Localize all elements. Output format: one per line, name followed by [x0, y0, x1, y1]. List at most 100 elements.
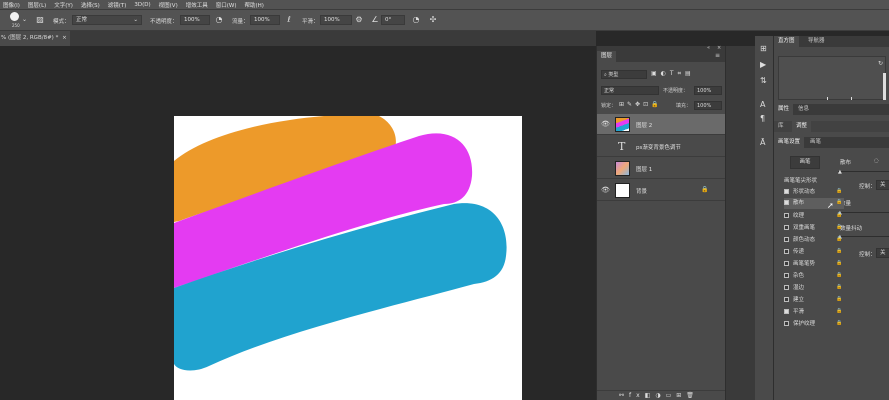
lock-icon[interactable]: 🔒 [836, 188, 842, 194]
fill-field[interactable]: 100% [694, 101, 722, 110]
brush-option-noise[interactable]: 杂色 🔒 [784, 271, 844, 282]
tab-adjustments[interactable]: 调整 [792, 121, 812, 132]
brush-option-brush-pose[interactable]: 画笔笔势 🔒 [784, 259, 844, 270]
flow-field[interactable]: 100% [250, 15, 280, 25]
count-slider[interactable]: ▲ [838, 210, 889, 216]
brush-option-protect-texture[interactable]: 保护纹理 🔒 [784, 319, 844, 330]
menu-view[interactable]: 视图(V) [159, 1, 178, 9]
adjust-icon[interactable]: ⇅ [760, 76, 767, 85]
document-tab[interactable]: % (图层 2, RGB/8#) * × [0, 31, 70, 46]
brush-option-dual-brush[interactable]: 双重画笔 🔒 [784, 223, 844, 234]
glyph-icon[interactable]: Ā [760, 138, 765, 147]
lock-icon[interactable]: 🔒 [836, 224, 842, 230]
layer-row-background[interactable]: 👁 背景 🔒 [597, 180, 726, 201]
eye-icon[interactable]: 👁 [601, 186, 610, 194]
tab-navigator[interactable]: 导航器 [804, 36, 829, 47]
lock-icon[interactable]: 🔒 [836, 260, 842, 266]
tab-brushes[interactable]: 画笔 [806, 137, 825, 148]
checkbox[interactable] [784, 237, 789, 242]
brush-option-scatter[interactable]: 散布 🔒 [784, 198, 844, 209]
brush-settings-icon[interactable]: ▨ [35, 15, 45, 25]
control-select[interactable]: 关 [876, 248, 889, 258]
menu-layer[interactable]: 图层(L) [28, 1, 46, 9]
menu-3d[interactable]: 3D(D) [134, 2, 150, 8]
brush-option-transfer[interactable]: 传递 🔒 [784, 247, 844, 258]
brush-option-texture[interactable]: 纹理 🔒 [784, 211, 844, 222]
tab-library[interactable]: 库 [774, 121, 788, 132]
lock-icon[interactable]: 🔒 [836, 284, 842, 290]
brushes-button[interactable]: 画笔 [790, 156, 820, 169]
checkbox[interactable] [784, 261, 789, 266]
angle-field[interactable]: 0° [381, 15, 405, 25]
menu-window[interactable]: 窗口(W) [216, 1, 237, 9]
brush-option-smoothing[interactable]: 平滑 🔒 [784, 307, 844, 318]
airbrush-icon[interactable]: ℓ [284, 15, 294, 25]
play-icon[interactable]: ▶ [760, 60, 766, 69]
eye-icon[interactable]: 👁 [601, 120, 610, 128]
paragraph-icon[interactable]: ¶ [760, 114, 765, 123]
tab-properties[interactable]: 属性 [774, 104, 794, 115]
document-canvas[interactable] [174, 116, 522, 400]
layer-opacity-field[interactable]: 100% [694, 86, 722, 95]
eye-hidden-icon[interactable]: · [601, 164, 609, 172]
tab-brush-settings[interactable]: 画笔设置 [774, 137, 805, 148]
layer-row-layer-1[interactable]: · 图层 1 [597, 158, 726, 179]
lock-icon[interactable]: 🔒 [836, 248, 842, 254]
scatter-slider[interactable]: ▲ [838, 169, 889, 175]
checkbox[interactable] [784, 285, 789, 290]
brush-option-wet-edges[interactable]: 湿边 🔒 [784, 283, 844, 294]
brush-option-color-dynamics[interactable]: 颜色动态 🔒 [784, 235, 844, 246]
lock-icon[interactable]: 🔒 [836, 296, 842, 302]
close-icon[interactable]: × [62, 35, 67, 41]
both-axes-checkbox[interactable]: ◌ [874, 158, 879, 164]
kind-filter-select[interactable]: ⌕ 类型 [601, 70, 647, 79]
menu-filter[interactable]: 滤镜(T) [108, 1, 127, 9]
checkbox[interactable] [784, 321, 789, 326]
eye-hidden-icon[interactable]: · [601, 142, 609, 150]
refresh-icon[interactable]: ↻ [878, 60, 883, 67]
checkbox[interactable] [784, 297, 789, 302]
character-icon[interactable]: A [760, 100, 765, 109]
checkbox[interactable] [784, 225, 789, 230]
menu-select[interactable]: 选择(S) [81, 1, 100, 9]
checkbox[interactable] [784, 200, 789, 205]
checkbox[interactable] [784, 249, 789, 254]
panel-menu-icon[interactable]: ≡ [715, 52, 720, 59]
checkbox[interactable] [784, 273, 789, 278]
brush-option-build-up[interactable]: 建立 🔒 [784, 295, 844, 306]
checkbox[interactable] [784, 213, 789, 218]
control-select[interactable]: 关 [876, 180, 889, 190]
pressure-opacity-icon[interactable]: ◔ [214, 15, 224, 25]
chevron-down-icon[interactable]: ⌄ [22, 16, 27, 23]
menu-help[interactable]: 帮助(H) [244, 1, 263, 9]
symmetry-icon[interactable]: ✣ [428, 15, 438, 25]
brush-tip-shape-label[interactable]: 画笔笔尖形状 [784, 176, 817, 184]
pressure-size-icon[interactable]: ◔ [411, 15, 421, 25]
layer-row-layer-2[interactable]: 👁 图层 2 [597, 114, 726, 135]
blend-mode-select[interactable]: 正常 [601, 86, 659, 95]
lock-icon[interactable]: 🔒 [836, 308, 842, 314]
lock-icon[interactable]: 🔒 [836, 272, 842, 278]
menu-type[interactable]: 文字(Y) [54, 1, 73, 9]
tab-info[interactable]: 信息 [794, 104, 813, 115]
brush-preset-icon[interactable] [10, 12, 19, 21]
layer-row-text[interactable]: · T ps渐变背景色调节 [597, 136, 726, 157]
slider-handle-icon[interactable]: ▲ [838, 169, 842, 175]
lock-icon[interactable]: 🔒 [836, 212, 842, 218]
lock-icon[interactable]: 🔒 [836, 320, 842, 326]
mode-select[interactable]: 正常 ⌄ [72, 15, 142, 25]
filter-icons[interactable]: ▣◐T⌗▤ [651, 70, 695, 78]
count-jitter-slider[interactable]: ▲ [838, 234, 889, 240]
lock-icon[interactable]: 🔒 [836, 199, 842, 205]
history-icon[interactable]: ⊞ [760, 44, 767, 53]
checkbox[interactable] [784, 189, 789, 194]
lock-icon[interactable]: 🔒 [836, 236, 842, 242]
checkbox[interactable] [784, 309, 789, 314]
tab-layers[interactable]: 图层 [597, 51, 617, 62]
tab-histogram[interactable]: 直方图 [774, 36, 799, 47]
opacity-field[interactable]: 100% [180, 15, 210, 25]
lock-icons[interactable]: ⊞✎✥⊡🔒 [619, 101, 662, 108]
gear-icon[interactable]: ⚙ [354, 15, 364, 25]
brush-option-shape-dynamics[interactable]: 形状动态 🔒 [784, 187, 844, 198]
smoothing-field[interactable]: 100% [320, 15, 352, 25]
